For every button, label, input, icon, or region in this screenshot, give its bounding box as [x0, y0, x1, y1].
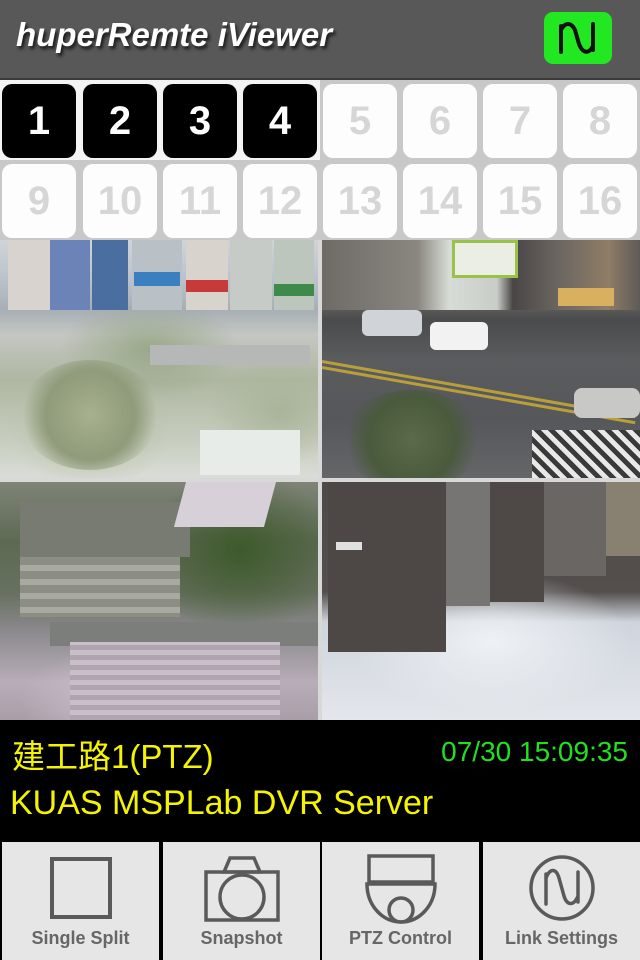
channel-button-11[interactable]: 11 — [163, 164, 237, 238]
channel-button-2[interactable]: 2 — [83, 84, 157, 158]
single-split-icon — [49, 857, 112, 919]
link-status-button[interactable] — [544, 12, 612, 64]
channel-button-15[interactable]: 15 — [483, 164, 557, 238]
channel-button-4[interactable]: 4 — [243, 84, 317, 158]
snapshot-label: Snapshot — [200, 928, 283, 948]
snapshot-button[interactable]: Snapshot — [163, 842, 320, 960]
camera-feed-3[interactable] — [0, 482, 318, 720]
camera-feed-2[interactable] — [322, 240, 640, 478]
channel-button-10[interactable]: 10 — [83, 164, 157, 238]
channel-button-1[interactable]: 1 — [2, 84, 76, 158]
channel-selector: 1 2 3 4 5 6 7 8 9 10 11 12 13 14 15 16 — [0, 80, 640, 240]
channel-button-6[interactable]: 6 — [403, 84, 477, 158]
link-settings-button[interactable]: Link Settings — [483, 842, 640, 960]
ptz-control-button[interactable]: PTZ Control — [322, 842, 479, 960]
single-split-label: Single Split — [31, 928, 130, 948]
channel-button-13[interactable]: 13 — [323, 164, 397, 238]
single-split-button[interactable]: Single Split — [2, 842, 159, 960]
channel-button-3[interactable]: 3 — [163, 84, 237, 158]
selected-camera-name: 建工路1(PTZ) — [12, 738, 214, 775]
channel-button-9[interactable]: 9 — [2, 164, 76, 238]
camera-grid — [0, 240, 640, 720]
camera-icon — [203, 856, 280, 922]
camera-feed-1[interactable] — [0, 240, 318, 478]
timestamp: 07/30 15:09:35 — [441, 736, 628, 767]
link-settings-label: Link Settings — [504, 928, 618, 948]
info-bar: 建工路1(PTZ) 07/30 15:09:35 KUAS MSPLab DVR… — [0, 720, 640, 842]
bottom-toolbar: Single Split Snapshot PTZ Control Link S… — [0, 842, 640, 960]
signal-wave-icon — [528, 855, 595, 921]
dome-camera-icon — [364, 854, 437, 924]
channel-button-8[interactable]: 8 — [563, 84, 637, 158]
channel-button-7[interactable]: 7 — [483, 84, 557, 158]
app-title: huperRemte iViewer — [16, 16, 333, 53]
channel-button-12[interactable]: 12 — [243, 164, 317, 238]
title-bar: huperRemte iViewer — [0, 0, 640, 80]
channel-button-16[interactable]: 16 — [563, 164, 637, 238]
channel-button-5[interactable]: 5 — [323, 84, 397, 158]
signal-wave-icon — [559, 22, 595, 54]
channel-button-14[interactable]: 14 — [403, 164, 477, 238]
ptz-control-label: PTZ Control — [349, 928, 452, 948]
server-name: KUAS MSPLab DVR Server — [10, 784, 434, 822]
camera-feed-4[interactable] — [322, 482, 640, 720]
